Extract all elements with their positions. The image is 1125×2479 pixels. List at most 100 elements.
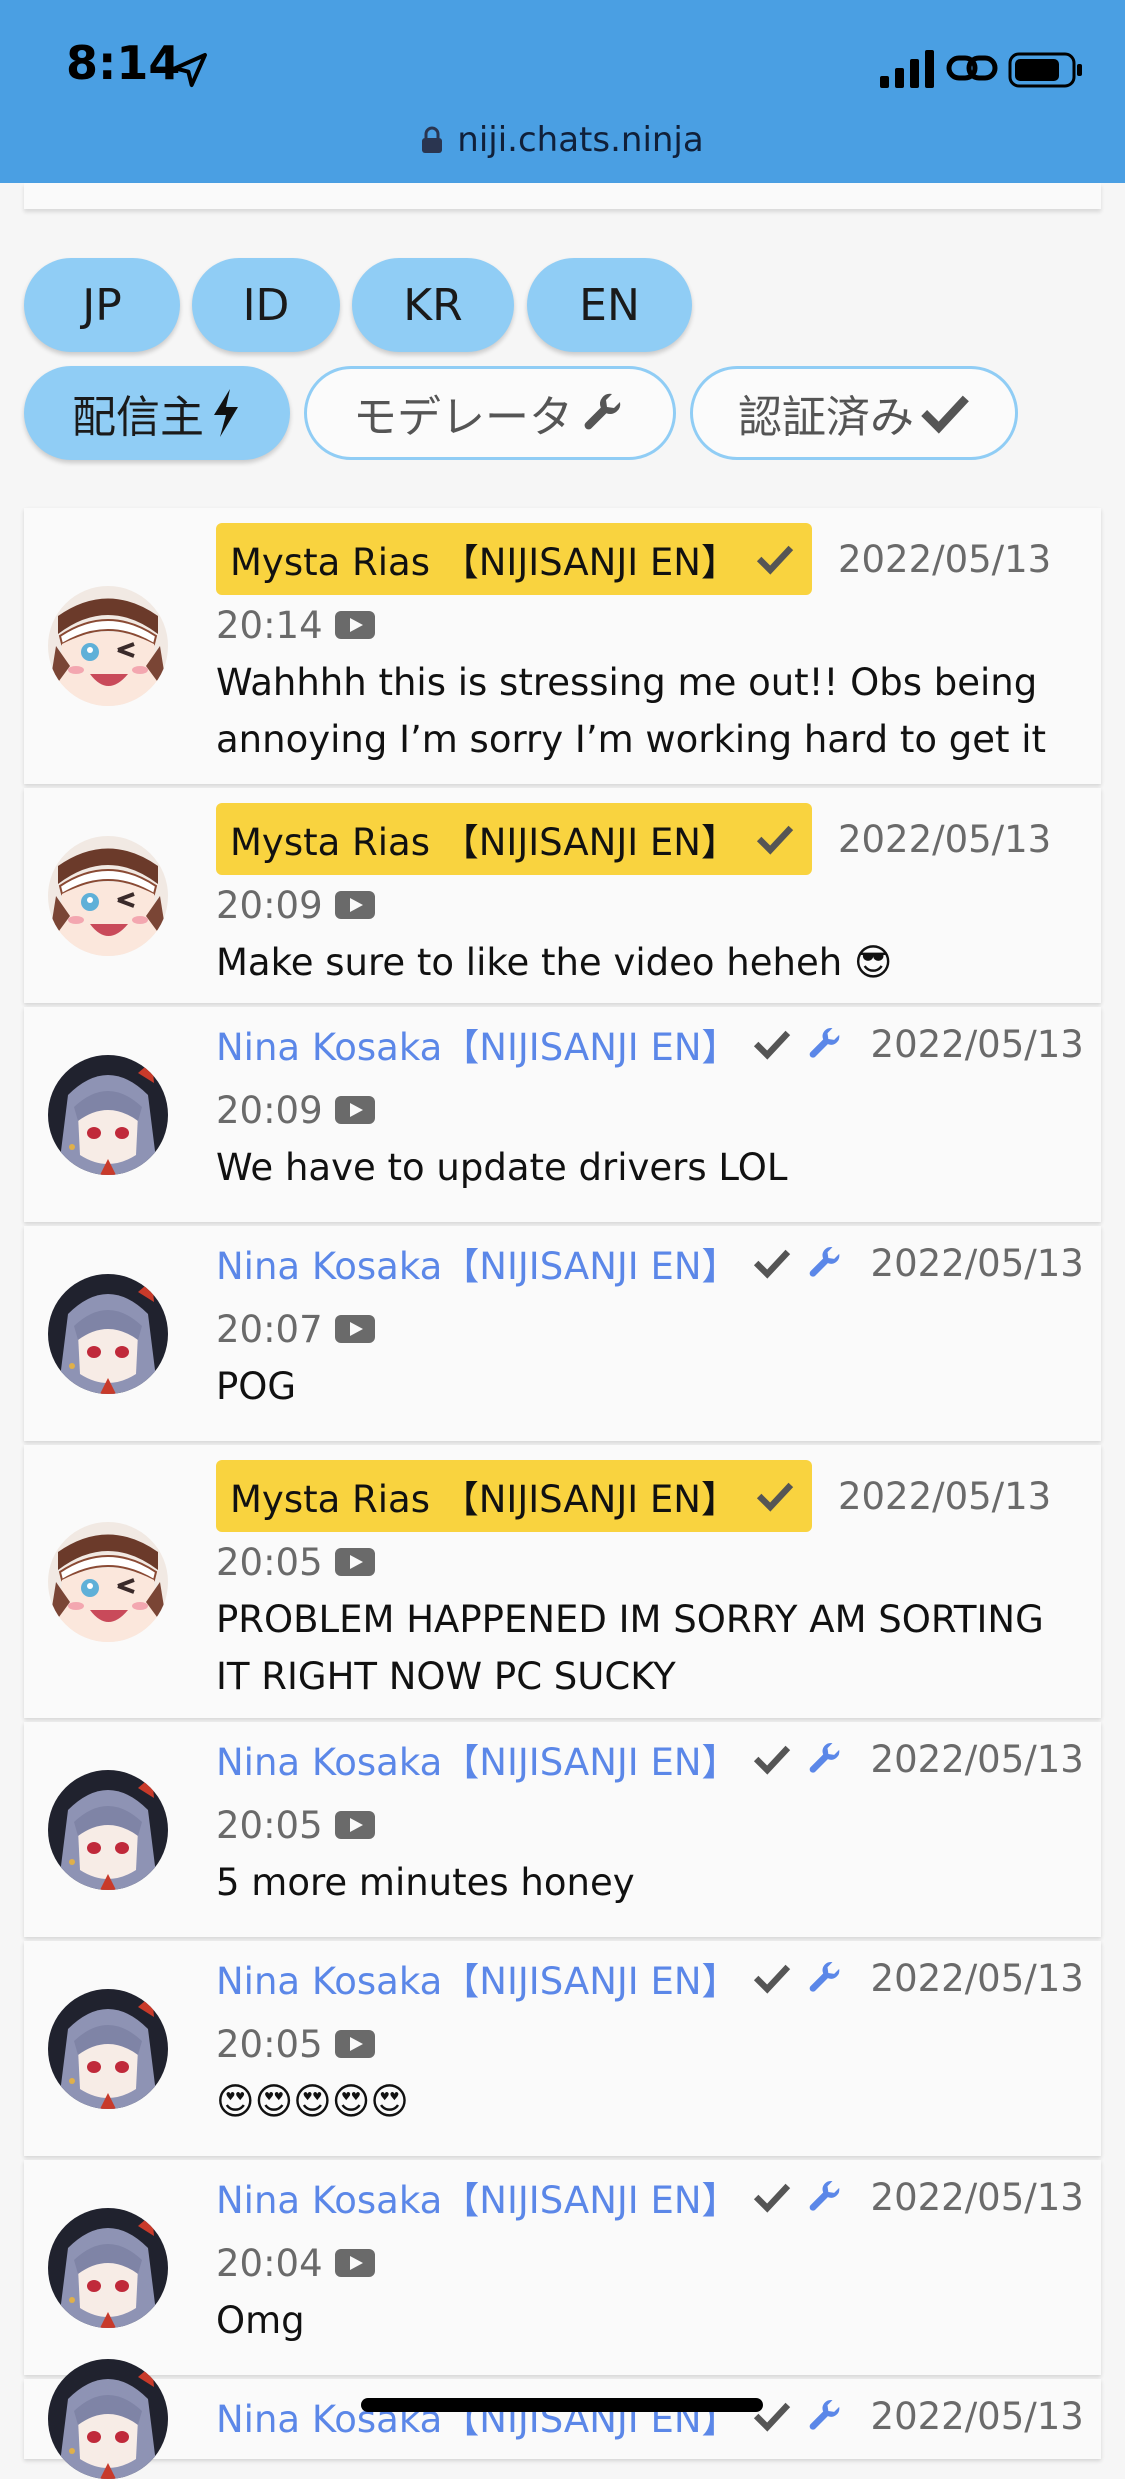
url-bar[interactable]: niji.chats.ninja <box>0 110 1125 170</box>
author-name-link[interactable]: Nina Kosaka【NIJISANJI EN】 <box>216 2170 845 2224</box>
message-time-line: 20:04 <box>216 2234 1086 2292</box>
browser-top-bar: 8:14 niji.chats.ninja <box>0 0 1125 183</box>
chat-message[interactable]: Nina Kosaka【NIJISANJI EN】 2022/05/13 <box>24 2379 1101 2459</box>
avatar-image <box>48 836 168 956</box>
message-time: 20:07 <box>216 1307 323 1351</box>
author-name: Nina Kosaka【NIJISANJI EN】 <box>216 1741 739 1784</box>
filter-chip-owner[interactable]: 配信主 <box>24 366 290 460</box>
avatar-image <box>48 1055 168 1175</box>
previous-card-edge <box>24 183 1101 209</box>
author-name-badge[interactable]: Mysta Rias 【NIJISANJI EN】 <box>216 803 812 875</box>
status-time: 8:14 <box>66 36 181 90</box>
author-name-link[interactable]: Nina Kosaka【NIJISANJI EN】 <box>216 1236 845 1290</box>
bolt-icon <box>214 389 238 437</box>
chat-message[interactable]: Nina Kosaka【NIJISANJI EN】 2022/05/13 20:05… <box>24 1941 1101 2156</box>
message-time-line: 20:07 <box>216 1300 1086 1358</box>
moderator-wrench-icon <box>805 1739 845 1779</box>
avatar[interactable] <box>48 2208 168 2328</box>
verified-check-icon <box>756 1480 794 1512</box>
message-text: PROBLEM HAPPENED IM SORRY AM SORTING IT … <box>216 1598 1044 1698</box>
filter-chip-jp[interactable]: JP <box>24 258 180 352</box>
message-time-line: 20:09 <box>216 876 1086 934</box>
author-name: Nina Kosaka【NIJISANJI EN】 <box>216 1245 739 1288</box>
youtube-icon[interactable] <box>335 1315 375 1343</box>
youtube-icon[interactable] <box>335 1096 375 1124</box>
chat-message[interactable]: Nina Kosaka【NIJISANJI EN】 2022/05/13 20:05… <box>24 1722 1101 1937</box>
message-text: 5 more minutes honey <box>216 1861 635 1904</box>
filter-chip-verified[interactable]: 認証済み <box>690 366 1018 460</box>
message-header: Nina Kosaka【NIJISANJI EN】 2022/05/13 <box>216 1941 1086 2015</box>
verified-check-icon <box>753 1028 791 1060</box>
avatar[interactable] <box>48 1274 168 1394</box>
filter-chip-id[interactable]: ID <box>192 258 340 352</box>
author-name-link[interactable]: Nina Kosaka【NIJISANJI EN】 <box>216 1951 845 2005</box>
message-header: Nina Kosaka【NIJISANJI EN】 2022/05/13 <box>216 1226 1086 1300</box>
chat-message[interactable]: Mysta Rias 【NIJISANJI EN】 2022/05/13 20:09… <box>24 788 1101 1003</box>
message-header: Nina Kosaka【NIJISANJI EN】 2022/05/13 <box>216 1007 1086 1081</box>
chat-message[interactable]: Mysta Rias 【NIJISANJI EN】 2022/05/13 20:14… <box>24 508 1101 818</box>
battery-icon <box>1008 52 1082 88</box>
message-text: Omg <box>216 2299 305 2342</box>
avatar[interactable] <box>48 1522 168 1642</box>
author-name-link[interactable]: Nina Kosaka【NIJISANJI EN】 <box>216 1732 845 1786</box>
chip-label: EN <box>579 279 640 331</box>
verified-check-icon <box>753 1962 791 1994</box>
message-date: 2022/05/13 <box>870 1022 1084 1066</box>
filter-chip-en[interactable]: EN <box>527 258 692 352</box>
moderator-wrench-icon <box>805 1024 845 1064</box>
youtube-icon[interactable] <box>335 2030 375 2058</box>
chat-message[interactable]: Nina Kosaka【NIJISANJI EN】 2022/05/13 20:09… <box>24 1007 1101 1222</box>
avatar-image <box>48 1989 168 2109</box>
author-name-badge[interactable]: Mysta Rias 【NIJISANJI EN】 <box>216 523 812 595</box>
verified-check-icon <box>753 1247 791 1279</box>
avatar[interactable] <box>48 2359 168 2479</box>
message-header: Nina Kosaka【NIJISANJI EN】 2022/05/13 <box>216 2160 1086 2234</box>
lock-icon <box>422 126 443 153</box>
author-name: Mysta Rias 【NIJISANJI EN】 <box>230 821 738 864</box>
chat-message[interactable]: Nina Kosaka【NIJISANJI EN】 2022/05/13 20:04… <box>24 2160 1101 2375</box>
chip-label: JP <box>82 279 122 331</box>
avatar-image <box>48 2359 168 2479</box>
message-date: 2022/05/13 <box>870 1956 1084 2000</box>
youtube-icon[interactable] <box>335 891 375 919</box>
signal-icon <box>880 50 934 88</box>
author-name-link[interactable]: Nina Kosaka【NIJISANJI EN】 <box>216 1017 845 1071</box>
verified-check-icon <box>756 543 794 575</box>
avatar-image <box>48 586 168 706</box>
avatar[interactable] <box>48 1770 168 1890</box>
chat-message[interactable]: Mysta Rias 【NIJISANJI EN】 2022/05/13 20:05… <box>24 1445 1101 1718</box>
avatar[interactable] <box>48 836 168 956</box>
message-header: Nina Kosaka【NIJISANJI EN】 2022/05/13 <box>216 2379 1086 2453</box>
filter-chip-moderator[interactable]: モデレータ <box>304 366 676 460</box>
filter-chip-kr[interactable]: KR <box>352 258 514 352</box>
message-time: 20:09 <box>216 883 323 927</box>
chip-label: ID <box>242 279 290 331</box>
message-time: 20:05 <box>216 1803 323 1847</box>
verified-check-icon <box>753 1743 791 1775</box>
message-date: 2022/05/13 <box>837 1474 1052 1518</box>
message-time: 20:09 <box>216 1088 323 1132</box>
author-name: Mysta Rias 【NIJISANJI EN】 <box>230 1478 738 1521</box>
youtube-icon[interactable] <box>335 2249 375 2277</box>
author-name-badge[interactable]: Mysta Rias 【NIJISANJI EN】 <box>216 1460 812 1532</box>
avatar[interactable] <box>48 1055 168 1175</box>
verified-check-icon <box>756 823 794 855</box>
youtube-icon[interactable] <box>335 611 375 639</box>
chip-label: 認証済み <box>738 392 914 443</box>
chat-message[interactable]: Nina Kosaka【NIJISANJI EN】 2022/05/13 20:07… <box>24 1226 1101 1441</box>
avatar[interactable] <box>48 1989 168 2109</box>
youtube-icon[interactable] <box>335 1811 375 1839</box>
author-name: Nina Kosaka【NIJISANJI EN】 <box>216 1026 739 1069</box>
message-date: 2022/05/13 <box>837 537 1052 581</box>
message-time: 20:14 <box>216 603 323 647</box>
youtube-icon[interactable] <box>335 1548 375 1576</box>
message-date: 2022/05/13 <box>870 2394 1084 2438</box>
avatar[interactable] <box>48 586 168 706</box>
message-time-line: 20:09 <box>216 1081 1086 1139</box>
message-header: Mysta Rias 【NIJISANJI EN】 2022/05/13 <box>216 522 1086 596</box>
author-name: Nina Kosaka【NIJISANJI EN】 <box>216 2179 739 2222</box>
message-time: 20:05 <box>216 1540 323 1584</box>
chip-label: モデレータ <box>353 392 573 443</box>
moderator-wrench-icon <box>805 1243 845 1283</box>
home-indicator[interactable] <box>361 2398 763 2412</box>
